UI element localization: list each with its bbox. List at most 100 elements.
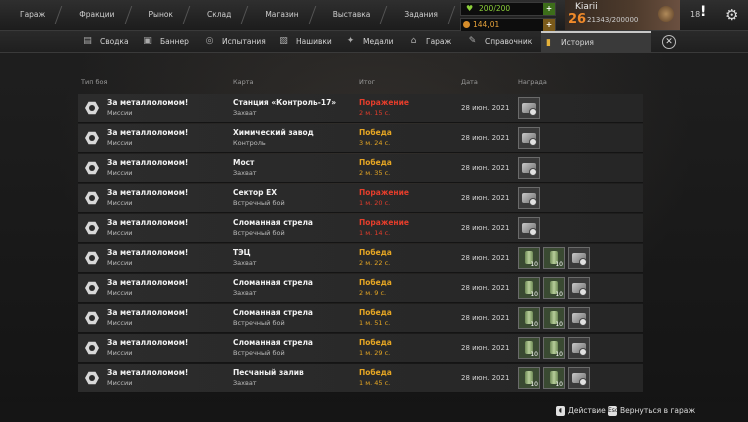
- player-avatar: [658, 6, 674, 22]
- scrap-vehicle-icon[interactable]: [568, 247, 590, 269]
- table-row[interactable]: За металлоломом! Миссии Сломанная стрела За…: [78, 274, 643, 303]
- tab-garage[interactable]: ⌂ Гараж: [406, 31, 452, 52]
- rewards: [518, 97, 540, 119]
- table-row[interactable]: За металлоломом! Миссии ТЭЦ Захват Победа 2 м…: [78, 244, 643, 273]
- map-name: Сломанная стрела: [233, 278, 313, 287]
- gear-icon[interactable]: ⚙: [725, 6, 738, 24]
- battle-name: За металлоломом!: [107, 368, 189, 377]
- table-row[interactable]: За металлоломом! Миссии Сломанная стрела Вс…: [78, 304, 643, 333]
- mission-icon: [85, 101, 99, 115]
- add-energy-button[interactable]: +: [543, 3, 555, 15]
- close-icon[interactable]: ✕: [662, 35, 676, 49]
- battle-date: 28 июн. 2021: [461, 194, 510, 202]
- rewards: 10 10: [518, 247, 590, 269]
- topnav-garage[interactable]: Гараж: [0, 0, 59, 30]
- notification-count: 18: [690, 10, 701, 19]
- fuel-can-icon[interactable]: 10: [543, 247, 565, 269]
- trials-icon: ◎: [205, 36, 214, 46]
- topnav-exhibition[interactable]: Выставка: [313, 0, 385, 30]
- tab-summary[interactable]: ▤ Сводка: [80, 31, 128, 52]
- topnav-factions[interactable]: Фракции: [59, 0, 128, 30]
- result-label: Победа: [359, 338, 392, 347]
- map-name: Станция «Контроль-17»: [233, 98, 337, 107]
- header-date: Дата: [461, 78, 478, 86]
- battle-duration: 1 м. 29 с.: [359, 349, 391, 357]
- reward-qty: 10: [555, 351, 563, 358]
- scrap-vehicle-icon[interactable]: [518, 187, 540, 209]
- tab-banner[interactable]: ▣ Баннер: [140, 31, 189, 52]
- fuel-can-icon[interactable]: 10: [518, 247, 540, 269]
- table-row[interactable]: За металлоломом! Миссии Станция «Контроль-…: [78, 94, 643, 123]
- battle-duration: 1 м. 51 с.: [359, 319, 391, 327]
- reward-qty: 10: [530, 261, 538, 268]
- battle-name: За металлоломом!: [107, 338, 189, 347]
- battle-duration: 1 м. 45 с.: [359, 379, 391, 387]
- tab-medals[interactable]: ✦ Медали: [343, 31, 394, 52]
- fuel-can-icon[interactable]: 10: [543, 337, 565, 359]
- resources: ♥ 200/200 + 144,01 +: [460, 2, 556, 34]
- reward-qty: 10: [530, 381, 538, 388]
- battle-duration: 3 м. 24 с.: [359, 139, 391, 147]
- table-row[interactable]: За металлоломом! Миссии Сломанная стрела Вс…: [78, 334, 643, 363]
- fuel-can-icon[interactable]: 10: [518, 307, 540, 329]
- reward-qty: 10: [555, 291, 563, 298]
- topnav-tasks[interactable]: Задания: [384, 0, 451, 30]
- fuel-can-icon[interactable]: 10: [543, 307, 565, 329]
- table-row[interactable]: За металлоломом! Миссии Мост Захват Победа 2 …: [78, 154, 643, 183]
- scrap-vehicle-icon[interactable]: [518, 217, 540, 239]
- topnav-storage[interactable]: Склад: [187, 0, 245, 30]
- battle-date: 28 июн. 2021: [461, 164, 510, 172]
- player-name: Kiarii: [575, 2, 598, 12]
- tab-handbook[interactable]: ✎ Справочник: [465, 31, 533, 52]
- scrap-vehicle-icon[interactable]: [568, 307, 590, 329]
- battle-duration: 2 м. 35 с.: [359, 169, 391, 177]
- fuel-can-icon[interactable]: 10: [518, 277, 540, 299]
- topnav-shop[interactable]: Магазин: [245, 0, 312, 30]
- map-mode: Захват: [233, 379, 257, 387]
- battle-category: Миссии: [107, 259, 133, 267]
- map-mode: Захват: [233, 259, 257, 267]
- return-to-garage-button[interactable]: Esc Вернуться в гараж: [608, 406, 695, 416]
- map-name: Сломанная стрела: [233, 308, 313, 317]
- scrap-vehicle-icon[interactable]: [568, 367, 590, 389]
- fuel-can-icon[interactable]: 10: [543, 277, 565, 299]
- scrap-vehicle-icon[interactable]: [518, 97, 540, 119]
- result-label: Поражение: [359, 188, 409, 197]
- fuel-can-icon[interactable]: 10: [543, 367, 565, 389]
- reward-qty: 10: [555, 261, 563, 268]
- add-coins-button[interactable]: +: [543, 19, 555, 31]
- tab-patches[interactable]: ▧ Нашивки: [276, 31, 332, 52]
- battle-name: За металлоломом!: [107, 128, 189, 137]
- battle-duration: 2 м. 15 с.: [359, 109, 391, 117]
- battle-category: Миссии: [107, 139, 133, 147]
- result-label: Поражение: [359, 98, 409, 107]
- header-result: Итог: [359, 78, 376, 86]
- scrap-vehicle-icon[interactable]: [518, 127, 540, 149]
- banner-icon: ▣: [143, 36, 152, 46]
- map-name: Мост: [233, 158, 255, 167]
- table-row[interactable]: За металлоломом! Миссии Химический завод Ко…: [78, 124, 643, 153]
- map-mode: Встречный бой: [233, 199, 285, 207]
- player-card[interactable]: Kiarii 26 21343/200000: [565, 0, 680, 30]
- battle-date: 28 июн. 2021: [461, 344, 510, 352]
- fuel-can-icon[interactable]: 10: [518, 367, 540, 389]
- rewards: [518, 157, 540, 179]
- scrap-vehicle-icon[interactable]: [568, 277, 590, 299]
- battle-date: 28 июн. 2021: [461, 284, 510, 292]
- battle-name: За металлоломом!: [107, 248, 189, 257]
- footer: ◖ Действие Esc Вернуться в гараж: [0, 402, 748, 422]
- topnav-market[interactable]: Рынок: [129, 0, 187, 30]
- mission-icon: [85, 371, 99, 385]
- tab-trials[interactable]: ◎ Испытания: [202, 31, 266, 52]
- result-label: Поражение: [359, 218, 409, 227]
- fuel-can-icon[interactable]: 10: [518, 337, 540, 359]
- scrap-vehicle-icon[interactable]: [518, 157, 540, 179]
- alert-icon[interactable]: !: [700, 4, 706, 20]
- table-row[interactable]: За металлоломом! Миссии Песчаный залив Захв…: [78, 364, 643, 393]
- battle-category: Миссии: [107, 109, 133, 117]
- table-row[interactable]: За металлоломом! Миссии Сломанная стрела Вс…: [78, 214, 643, 243]
- table-row[interactable]: За металлоломом! Миссии Сектор EX Встречный…: [78, 184, 643, 213]
- tab-history[interactable]: ▮ История: [541, 31, 651, 52]
- scrap-vehicle-icon[interactable]: [568, 337, 590, 359]
- action-button[interactable]: ◖ Действие: [556, 406, 606, 416]
